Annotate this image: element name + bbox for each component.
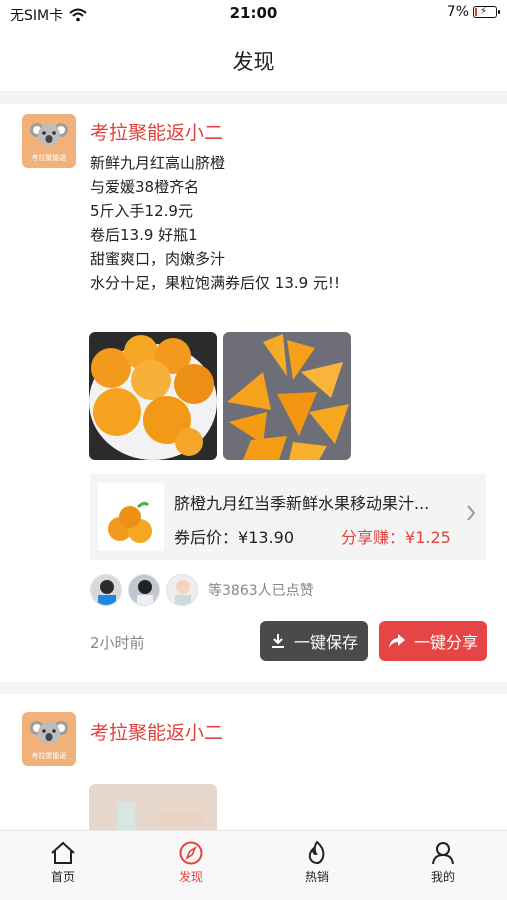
page-title: 发现 [232,50,275,74]
share-earning: 分享赚：¥1.25 [341,524,451,548]
feed-post: 考拉聚能返 考拉聚能返小二 新鲜九月红高山脐橙 与爱媛38橙齐名 5斤入手12.… [0,104,507,682]
tab-label: 我的 [430,870,455,884]
feed-post: 考拉聚能返 考拉聚能返小二 [0,694,507,830]
save-button-label: 一键保存 [293,633,358,652]
product-price: 券后价：¥13.90 [174,524,294,548]
battery-percent: 7% [446,4,469,20]
tab-home[interactable]: 首页 [23,841,103,885]
product-title: 脐橙九月红当季新鲜水果移动果汁... [174,494,430,513]
post-image[interactable] [89,784,217,830]
post-text-line: 与爱媛38橙齐名 [90,178,200,196]
post-text-line: 新鲜九月红高山脐橙 [90,154,226,172]
post-text-line: 5斤入手12.9元 [90,202,193,220]
nav-bar: 发现 [0,26,507,92]
tab-hot[interactable]: 热销 [277,841,357,885]
tab-bar: 首页 发现 热销 我的 [0,830,507,900]
avatar-caption: 考拉聚能返 [31,752,67,760]
save-button[interactable]: 一键保存 [260,621,368,661]
share-earning-value: ¥1.25 [405,528,451,547]
koala-logo-icon [30,721,68,744]
battery-status: 7% ⚡ [446,4,500,20]
product-card[interactable]: 脐橙九月红当季新鲜水果移动果汁... 券后价：¥13.90 分享赚：¥1.25 [90,474,486,560]
author-avatar[interactable]: 考拉聚能返 [22,114,76,168]
tab-discover[interactable]: 发现 [151,841,231,885]
koala-logo-icon [30,123,68,146]
liker-avatar [166,574,198,606]
post-text: 新鲜九月红高山脐橙 与爱媛38橙齐名 5斤入手12.9元 卷后13.9 好瓶1 … [90,151,340,295]
product-thumbnail [98,483,164,551]
flame-icon [308,841,325,865]
status-bar: 无SIM卡 21:00 7% ⚡ [0,0,507,26]
post-text-line: 卷后13.9 好瓶1 [90,226,198,244]
avatar-caption: 考拉聚能返 [31,154,67,162]
share-button[interactable]: 一键分享 [379,621,487,661]
user-icon [432,842,454,865]
likes-count: 等3863人已点赞 [208,583,314,599]
post-text-line: 水分十足，果粒饱满券后仅 13.9 元!! [90,274,340,292]
liker-avatar [90,574,122,606]
share-arrow-icon [388,634,405,648]
share-button-label: 一键分享 [413,633,478,652]
battery-icon: ⚡ [473,6,500,18]
post-image-orange-slices[interactable] [223,332,351,460]
post-image-oranges[interactable] [89,332,217,460]
chevron-right-icon [467,505,476,521]
post-time: 2小时前 [90,634,145,652]
tab-label: 热销 [304,870,329,884]
author-name[interactable]: 考拉聚能返小二 [90,718,223,745]
author-name[interactable]: 考拉聚能返小二 [90,118,223,145]
section-divider [0,92,507,104]
likes-row[interactable]: 等3863人已点赞 [90,574,314,606]
tab-profile[interactable]: 我的 [403,841,483,885]
home-icon [51,841,75,864]
post-text-line: 甜蜜爽口，肉嫩多汁 [90,250,226,268]
download-icon [271,634,284,648]
author-avatar[interactable]: 考拉聚能返 [22,712,76,766]
tab-label: 发现 [178,870,203,884]
tab-label: 首页 [50,870,75,884]
compass-icon [179,841,203,865]
price-label: 券后价： [174,528,239,547]
liker-avatar [128,574,160,606]
section-divider [0,682,507,694]
share-earning-label: 分享赚： [341,528,406,547]
clock: 21:00 [229,4,278,22]
price-value: ¥13.90 [238,528,294,547]
